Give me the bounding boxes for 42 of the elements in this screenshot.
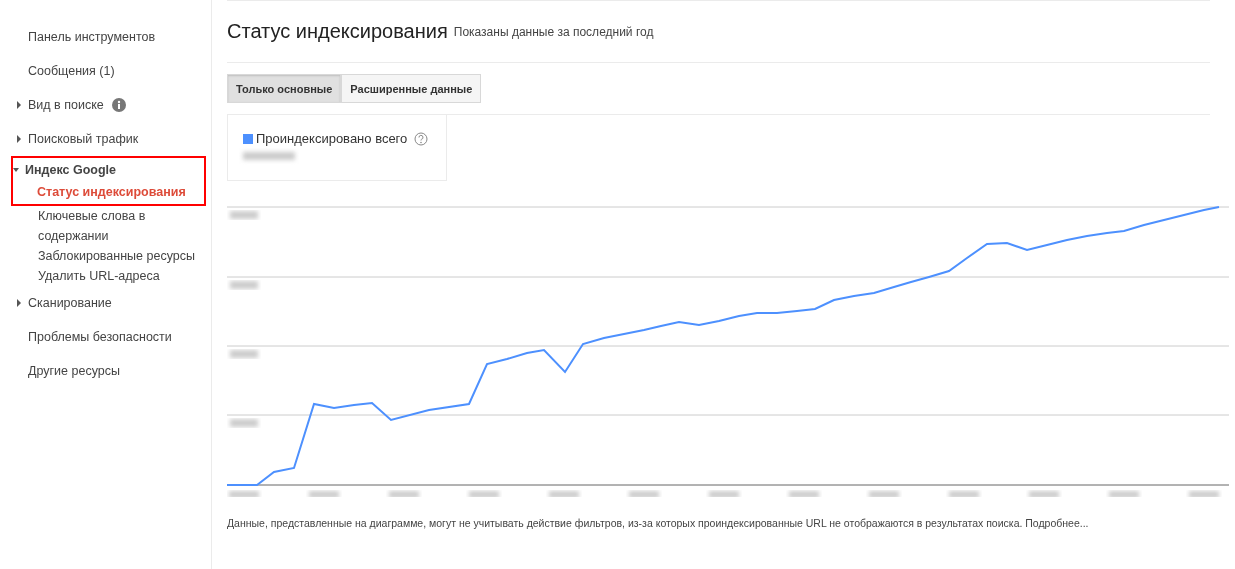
- nav-group[interactable]: Поисковый трафик: [28, 132, 139, 146]
- tab[interactable]: Расширенные данные: [341, 74, 482, 103]
- blurred-label: [869, 491, 899, 497]
- nav-subitem[interactable]: Заблокированные ресурсы: [0, 246, 208, 266]
- blurred-label: [469, 491, 499, 497]
- blurred-label: [230, 419, 258, 427]
- page-title: Статус индексирования: [227, 20, 448, 43]
- nav-link[interactable]: Сообщения (1): [28, 64, 115, 78]
- blurred-label: [389, 491, 419, 497]
- help-icon[interactable]: [414, 131, 429, 146]
- nav-link[interactable]: Проблемы безопасности: [28, 330, 172, 344]
- info-icon[interactable]: [111, 98, 126, 112]
- blurred-label: [230, 350, 258, 358]
- nav-subitem[interactable]: Удалить URL-адреса: [0, 266, 208, 286]
- triangle-icon: [13, 166, 19, 174]
- nav-group[interactable]: Индекс Google: [25, 163, 116, 177]
- page-subtitle: Показаны данные за последний год: [453, 24, 654, 39]
- blurred-label: [1029, 491, 1059, 497]
- blurred-label: [949, 491, 979, 497]
- blurred-label: [709, 491, 739, 497]
- nav-group[interactable]: Вид в поиске: [28, 98, 104, 112]
- blurred-label: [1189, 491, 1219, 497]
- nav-subitem[interactable]: Ключевые слова в содержании: [0, 206, 208, 246]
- blurred-label: [789, 491, 819, 497]
- tab[interactable]: Только основные: [227, 74, 342, 103]
- blurred-label: [549, 491, 579, 497]
- nav-link[interactable]: Панель инструментов: [28, 30, 156, 44]
- blurred-label: [230, 281, 258, 289]
- triangle-icon: [16, 299, 22, 307]
- footnote: Данные, представленные на диаграмме, могут не учитывать действие фильтров, из-за которых проиндексированные URL не отображаются в результатах поиска. Подробнее...: [227, 517, 1090, 529]
- nav-group[interactable]: Сканирование: [28, 296, 112, 310]
- blurred-label: [309, 491, 339, 497]
- triangle-icon: [16, 135, 22, 143]
- blurred-label: [1109, 491, 1139, 497]
- blurred-label: [230, 211, 258, 219]
- blurred-label: [629, 491, 659, 497]
- triangle-icon: [16, 101, 22, 109]
- blurred-value: [243, 152, 295, 160]
- nav-link[interactable]: Другие ресурсы: [28, 364, 120, 378]
- blurred-label: [229, 491, 259, 497]
- legend-label: Проиндексировано всего: [256, 131, 408, 146]
- nav-subitem[interactable]: Статус индексирования: [13, 182, 207, 202]
